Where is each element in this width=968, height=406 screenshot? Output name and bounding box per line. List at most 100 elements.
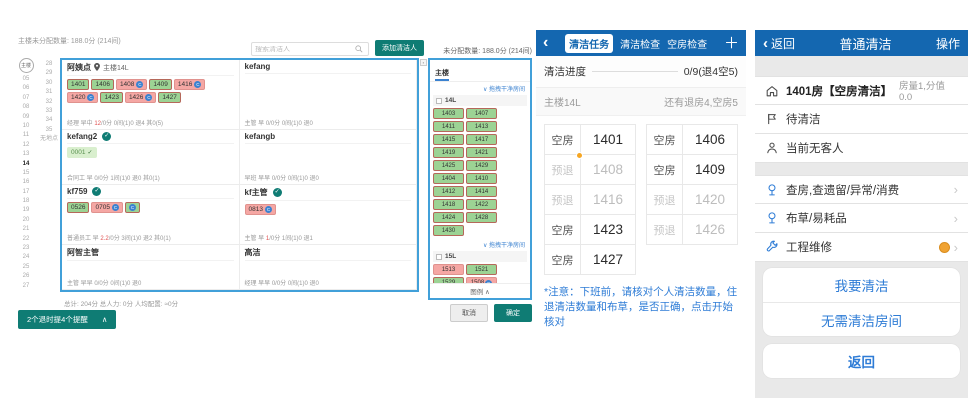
building-circle[interactable]: 主楼 — [19, 58, 34, 73]
clean-room-chip[interactable]: 1513 — [433, 264, 464, 275]
clean-room-chip[interactable]: 1430 — [433, 225, 464, 236]
room-chip[interactable]: 1420C — [67, 92, 98, 103]
clean-room-chip[interactable]: 1417 — [466, 134, 497, 145]
room-chip[interactable]: 1408C — [116, 79, 147, 90]
floor-label[interactable]: 07 — [23, 94, 30, 103]
room-chip[interactable]: 1427 — [158, 92, 180, 103]
drawer-tab-building[interactable]: 主楼 — [435, 68, 449, 81]
floor-label[interactable]: 14 — [23, 160, 30, 169]
room-chip[interactable]: 1406 — [91, 79, 113, 90]
floor-label[interactable]: 34 — [39, 116, 59, 125]
clean-room-chip[interactable]: 1424 — [433, 212, 464, 223]
floor-label[interactable]: 33 — [39, 107, 59, 116]
clean-room-chip[interactable]: 1413 — [466, 121, 497, 132]
floor-label[interactable]: 11 — [23, 131, 29, 140]
action-menu-button[interactable]: 操作 — [936, 35, 960, 52]
clean-room-chip[interactable]: 1422 — [466, 199, 497, 210]
confirm-button[interactable]: 确定 — [494, 304, 532, 322]
assignment-card[interactable]: kefang2✓0001✓合同工 早 0/0分 1间(1)0 退0 其0(1) — [62, 130, 240, 185]
return-button[interactable]: 返回 — [763, 344, 960, 378]
floor-label[interactable]: 12 — [23, 141, 30, 150]
reminder-collapse-button[interactable]: 2个退时提4个提醒 ∧ — [18, 310, 116, 329]
clean-room-chip[interactable]: 1425 — [433, 160, 464, 171]
floor-label[interactable]: 23 — [23, 244, 30, 253]
no-clean-needed-button[interactable]: 无需清洁房间 — [763, 302, 960, 336]
room-status-row[interactable]: 空房1409 — [646, 154, 738, 185]
clean-room-chip[interactable]: 1410 — [466, 173, 497, 184]
shift-check-note[interactable]: *注意：下班前，请核对个人清洁数量，住退清洁数量和布草，是否正确，点击开始核对 — [536, 283, 746, 339]
room-status-row[interactable]: 预退1420 — [646, 184, 738, 215]
tab-vacant-check[interactable]: 空房检查 — [667, 36, 707, 51]
clean-room-chip[interactable]: 1421 — [466, 147, 497, 158]
room-chip[interactable]: C — [125, 202, 140, 213]
floor-label[interactable]: 08 — [23, 103, 30, 112]
room-status-row[interactable]: 空房1401 — [544, 124, 636, 155]
floor-label[interactable]: 28 — [39, 60, 59, 69]
floor-label[interactable]: 18 — [23, 197, 30, 206]
floor-label[interactable]: 35 — [39, 126, 59, 135]
menu-item-inspect[interactable]: 查房,查遗留/异常/消费 › — [755, 175, 968, 204]
back-button[interactable]: ‹ 返回 — [763, 35, 795, 52]
clean-room-chip[interactable]: 1415 — [433, 134, 464, 145]
floor-label[interactable]: 17 — [23, 188, 30, 197]
back-icon[interactable]: ‹ — [543, 35, 548, 51]
floor-label[interactable]: 31 — [39, 88, 59, 97]
floor-label[interactable]: 22 — [23, 235, 30, 244]
floor-label[interactable]: 20 — [23, 216, 30, 225]
room-chip[interactable]: 0001✓ — [67, 147, 97, 158]
room-status-row[interactable]: 空房1406 — [646, 124, 738, 155]
floor-label[interactable]: 26 — [23, 272, 30, 281]
floor-checkbox[interactable] — [436, 254, 442, 260]
add-cleaner-button[interactable]: 添加清洁人 — [375, 40, 424, 56]
menu-item-maintenance[interactable]: 工程维修 › — [755, 233, 968, 262]
floor-label[interactable]: 13 — [23, 150, 30, 159]
assignment-card[interactable]: 高洁经理 早早 0/0分 0间(1)0 退0 — [240, 245, 418, 290]
clean-room-chip[interactable]: 1404 — [433, 173, 464, 184]
floor-label[interactable]: 19 — [23, 206, 30, 215]
assignment-card[interactable]: kefang主管 早 0/0分 0间(1)0 退0 — [240, 60, 418, 130]
grid-scrollbar[interactable]: ▪ — [419, 58, 428, 300]
assignment-card[interactable]: 阿姨点主楼14L140114061408C14091416C1420C14231… — [62, 60, 240, 130]
floor-label[interactable]: 27 — [23, 282, 30, 291]
floor-label[interactable]: 24 — [23, 253, 30, 262]
floor-label[interactable]: 30 — [39, 79, 59, 88]
tab-cleaning-tasks[interactable]: 清洁任务 — [565, 34, 613, 53]
clean-room-chip[interactable]: 1419 — [433, 147, 464, 158]
tab-cleaning-check[interactable]: 清洁检查 — [620, 36, 660, 51]
room-status-row[interactable]: 空房1423 — [544, 214, 636, 245]
room-chip[interactable]: 1423 — [100, 92, 122, 103]
scrollbar-thumb-icon[interactable]: ▪ — [420, 59, 427, 66]
search-cleaner-box[interactable] — [251, 42, 369, 56]
floor-label[interactable]: 32 — [39, 98, 59, 107]
floor-label[interactable]: 15 — [23, 169, 30, 178]
add-icon[interactable]: ＋ — [724, 36, 739, 51]
room-chip[interactable]: 1401 — [67, 79, 89, 90]
floor-label[interactable]: 10 — [23, 122, 30, 131]
toggle-clean-rooms-link[interactable]: ∨ 拖拽干净房间 — [433, 82, 527, 95]
floor-section-header[interactable]: 14L — [433, 95, 527, 106]
clean-room-chip[interactable]: 1414 — [466, 186, 497, 197]
assignment-card[interactable]: kf主管✓0813C主管 早 1/0分 1间(1)0 退1 — [240, 185, 418, 245]
clean-room-chip[interactable]: 1521 — [466, 264, 497, 275]
room-status-row[interactable]: 预退1426 — [646, 214, 738, 245]
search-cleaner-input[interactable] — [255, 46, 355, 53]
floor-label[interactable]: 16 — [23, 178, 30, 187]
room-chip[interactable]: 1426C — [125, 92, 156, 103]
floor-label[interactable]: 29 — [39, 69, 59, 78]
i-will-clean-button[interactable]: 我要清洁 — [763, 268, 960, 302]
floor-label[interactable]: 06 — [23, 84, 30, 93]
toggle-clean-rooms-link[interactable]: ∨ 拖拽干净房间 — [433, 238, 527, 251]
floor-label[interactable]: 05 — [23, 75, 30, 84]
room-status-row[interactable]: 预退1408 — [544, 154, 636, 185]
room-chip[interactable]: 0705C — [91, 202, 122, 213]
floor-label[interactable]: 无地点 — [39, 135, 59, 144]
room-status-row[interactable]: 空房1427 — [544, 244, 636, 275]
assignment-card[interactable]: kefangb早班 早早 0/0分 0间(1)0 退0 — [240, 130, 418, 185]
menu-item-linen[interactable]: 布草/易耗品 › — [755, 204, 968, 233]
room-chip[interactable]: 1416C — [174, 79, 205, 90]
cancel-button[interactable]: 取消 — [450, 304, 488, 322]
assignment-card[interactable]: 阿智主管主管 早早 0/0分 0间(1)0 退0 — [62, 245, 240, 290]
floor-label[interactable]: 21 — [23, 225, 30, 234]
room-chip[interactable]: 1409 — [149, 79, 171, 90]
floor-label[interactable]: 09 — [23, 113, 30, 122]
